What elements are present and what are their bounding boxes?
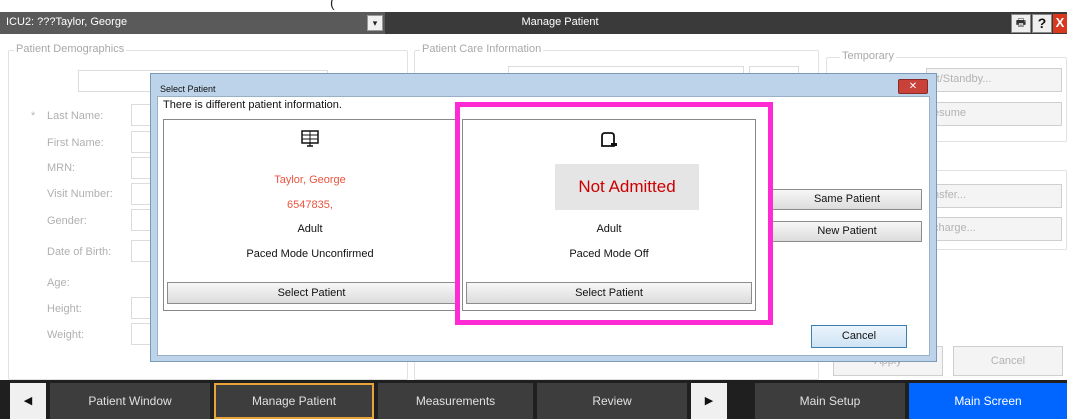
- dialog-close-button[interactable]: ✕: [898, 79, 928, 94]
- nav-main-setup[interactable]: Main Setup: [755, 383, 905, 419]
- new-patient-button[interactable]: New Patient: [772, 221, 922, 242]
- chevron-down-icon[interactable]: ▾: [367, 15, 383, 31]
- discharge-button[interactable]: charge...: [926, 217, 1062, 241]
- label-visit-number: Visit Number:: [47, 188, 113, 200]
- left-patient-category: Adult: [297, 223, 323, 235]
- monitor-grid-icon: [299, 129, 321, 149]
- label-weight: Weight:: [47, 329, 85, 341]
- left-paced-mode: Paced Mode Unconfirmed: [246, 248, 374, 260]
- highlight-box: [455, 102, 773, 325]
- footer-cancel-button[interactable]: Cancel: [953, 346, 1063, 376]
- left-patient-mrn: 6547835,: [287, 199, 333, 211]
- same-patient-button[interactable]: Same Patient: [772, 189, 922, 210]
- close-button[interactable]: X: [1053, 14, 1067, 33]
- nav-patient-window[interactable]: Patient Window: [50, 383, 210, 419]
- printer-icon[interactable]: 🖶: [1011, 14, 1031, 33]
- label-date-of-birth: Date of Birth:: [47, 246, 112, 258]
- transfer-button[interactable]: nsfer...: [926, 184, 1062, 208]
- required-marker: *: [31, 110, 36, 122]
- cut-off-text: (: [330, 0, 335, 10]
- nav-review[interactable]: Review: [537, 383, 687, 419]
- dialog-title: Select Patient: [160, 84, 216, 94]
- help-button[interactable]: ?: [1032, 14, 1052, 33]
- dialog-cancel-button[interactable]: Cancel: [811, 325, 907, 348]
- label-gender: Gender:: [47, 215, 87, 227]
- nav-main-screen[interactable]: Main Screen: [909, 383, 1067, 419]
- window-title: Manage Patient: [521, 16, 599, 28]
- label-first-name: First Name:: [47, 137, 104, 149]
- nav-right-arrow[interactable]: ▶: [691, 383, 727, 419]
- patient-selector[interactable]: ICU2: ???Taylor, George: [0, 12, 385, 34]
- standby-button[interactable]: rt/Standby...: [926, 68, 1062, 92]
- temporary-title: Temporary: [840, 50, 896, 62]
- left-select-patient-button[interactable]: Select Patient: [167, 282, 456, 304]
- care-info-title: Patient Care Information: [420, 43, 544, 55]
- dialog-message: There is different patient information.: [163, 99, 342, 111]
- demographics-title: Patient Demographics: [14, 43, 127, 55]
- nav-measurements[interactable]: Measurements: [378, 383, 533, 419]
- nav-manage-patient[interactable]: Manage Patient: [214, 383, 374, 419]
- label-height: Height:: [47, 303, 82, 315]
- label-mrn: MRN:: [47, 162, 76, 174]
- resume-button[interactable]: esume: [926, 102, 1062, 126]
- left-patient-name: Taylor, George: [274, 174, 346, 186]
- label-age: Age:: [47, 277, 70, 289]
- label-last-name: Last Name:: [47, 110, 104, 122]
- nav-left-arrow[interactable]: ◀: [10, 383, 46, 419]
